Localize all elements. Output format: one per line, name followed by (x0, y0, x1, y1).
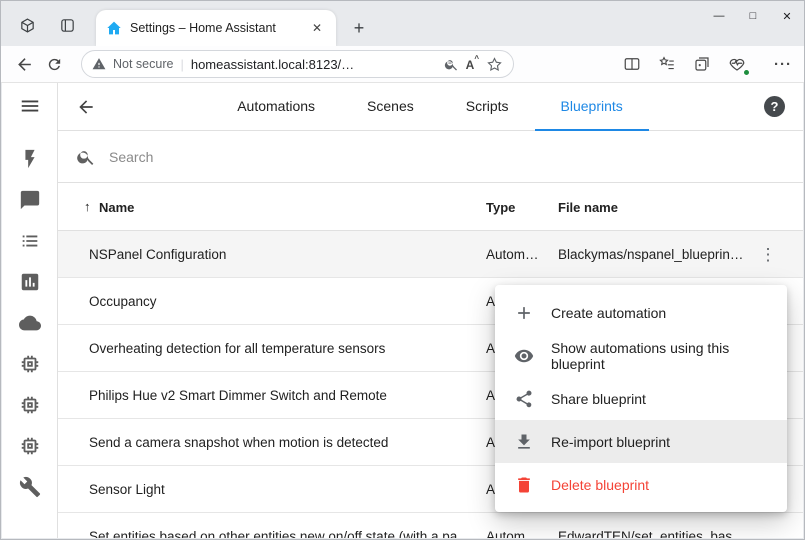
close-button[interactable]: ✕ (770, 1, 804, 31)
workspaces-icon[interactable] (19, 17, 36, 34)
zoom-icon[interactable] (444, 57, 459, 72)
column-header-type[interactable]: Type (486, 200, 515, 215)
collections-icon[interactable] (691, 53, 713, 75)
device-board-icon[interactable] (19, 435, 41, 457)
tab-title: Settings – Home Assistant (130, 21, 300, 35)
search-icon (76, 147, 96, 167)
ha-main: Automations Scenes Scripts Blueprints ? … (58, 83, 803, 538)
share-icon (514, 389, 534, 409)
browser-toolbar: Not secure | homeassistant.local:8123/… … (1, 46, 804, 83)
ha-sidebar (2, 83, 58, 538)
url-divider: | (180, 57, 183, 72)
logbook-chat-icon[interactable] (19, 189, 41, 211)
favorite-star-icon[interactable] (486, 56, 503, 73)
window-controls: — □ ✕ (702, 1, 804, 31)
minimize-button[interactable]: — (702, 1, 736, 31)
search-bar (58, 131, 803, 183)
column-header-name[interactable]: Name (99, 200, 134, 215)
toolbar-right-icons: ··· (621, 53, 792, 75)
read-aloud-icon[interactable]: A^ (466, 57, 479, 72)
ha-topbar: Automations Scenes Scripts Blueprints ? (58, 83, 803, 131)
menu-item-create-automation[interactable]: Create automation (495, 291, 787, 334)
browser-titlebar: Settings – Home Assistant ✕ + — □ ✕ (1, 1, 804, 46)
security-label[interactable]: Not secure (113, 57, 173, 71)
address-bar[interactable]: Not secure | homeassistant.local:8123/… … (81, 50, 514, 78)
essentials-status-dot (743, 69, 750, 76)
sort-asc-icon[interactable]: ↑ (84, 199, 91, 214)
refresh-icon[interactable] (44, 54, 65, 75)
device-board-icon[interactable] (19, 394, 41, 416)
tab-actions-icon[interactable] (59, 17, 76, 34)
home-assistant-app: Automations Scenes Scripts Blueprints ? … (2, 83, 803, 538)
settings-wrench-icon[interactable] (19, 476, 41, 498)
tab-close-icon[interactable]: ✕ (308, 19, 326, 37)
menu-item-reimport-blueprint[interactable]: Re-import blueprint (495, 420, 787, 463)
url-text[interactable]: homeassistant.local:8123/… (191, 57, 437, 72)
eye-icon (514, 346, 534, 366)
column-header-file[interactable]: File name (558, 200, 618, 215)
ha-tab-bar: Automations Scenes Scripts Blueprints (96, 83, 764, 131)
blueprint-context-menu: Create automation Show automations using… (495, 285, 787, 512)
browser-tab[interactable]: Settings – Home Assistant ✕ (96, 10, 336, 46)
trash-icon (514, 475, 534, 495)
back-icon[interactable] (13, 53, 36, 76)
todo-list-icon[interactable] (19, 230, 41, 252)
table-row[interactable]: NSPanel Configuration Autom… Blackymas/n… (58, 231, 803, 278)
cloud-icon[interactable] (19, 312, 41, 334)
search-input[interactable] (109, 149, 785, 165)
download-icon (514, 432, 534, 452)
maximize-button[interactable]: □ (736, 1, 770, 31)
menu-item-delete-blueprint[interactable]: Delete blueprint (495, 463, 787, 506)
row-overflow-menu-icon[interactable]: ⋮ (756, 243, 780, 267)
home-assistant-favicon (106, 20, 122, 36)
energy-bolt-icon[interactable] (19, 148, 41, 170)
new-tab-button[interactable]: + (346, 15, 372, 41)
browser-window: Settings – Home Assistant ✕ + — □ ✕ Not … (0, 0, 805, 540)
sidebar-menu-icon[interactable] (19, 95, 41, 117)
menu-item-show-automations[interactable]: Show automations using this blueprint (495, 334, 787, 377)
tab-automations[interactable]: Automations (211, 83, 341, 131)
favorites-hub-icon[interactable] (656, 53, 678, 75)
menu-item-share-blueprint[interactable]: Share blueprint (495, 377, 787, 420)
help-icon[interactable]: ? (764, 96, 785, 117)
split-screen-icon[interactable] (621, 53, 643, 75)
tab-blueprints[interactable]: Blueprints (535, 83, 649, 131)
device-board-icon[interactable] (19, 353, 41, 375)
ha-back-icon[interactable] (76, 97, 96, 117)
history-chart-icon[interactable] (19, 271, 41, 293)
browser-menu-icon[interactable]: ··· (774, 56, 792, 73)
table-header: ↑ Name Type File name (58, 183, 803, 231)
not-secure-warning-icon (92, 57, 106, 71)
table-row[interactable]: Set entities based on other entities new… (58, 513, 803, 538)
tab-scenes[interactable]: Scenes (341, 83, 440, 131)
plus-icon (514, 303, 534, 323)
tab-scripts[interactable]: Scripts (440, 83, 535, 131)
browser-essentials-icon[interactable] (726, 53, 748, 75)
